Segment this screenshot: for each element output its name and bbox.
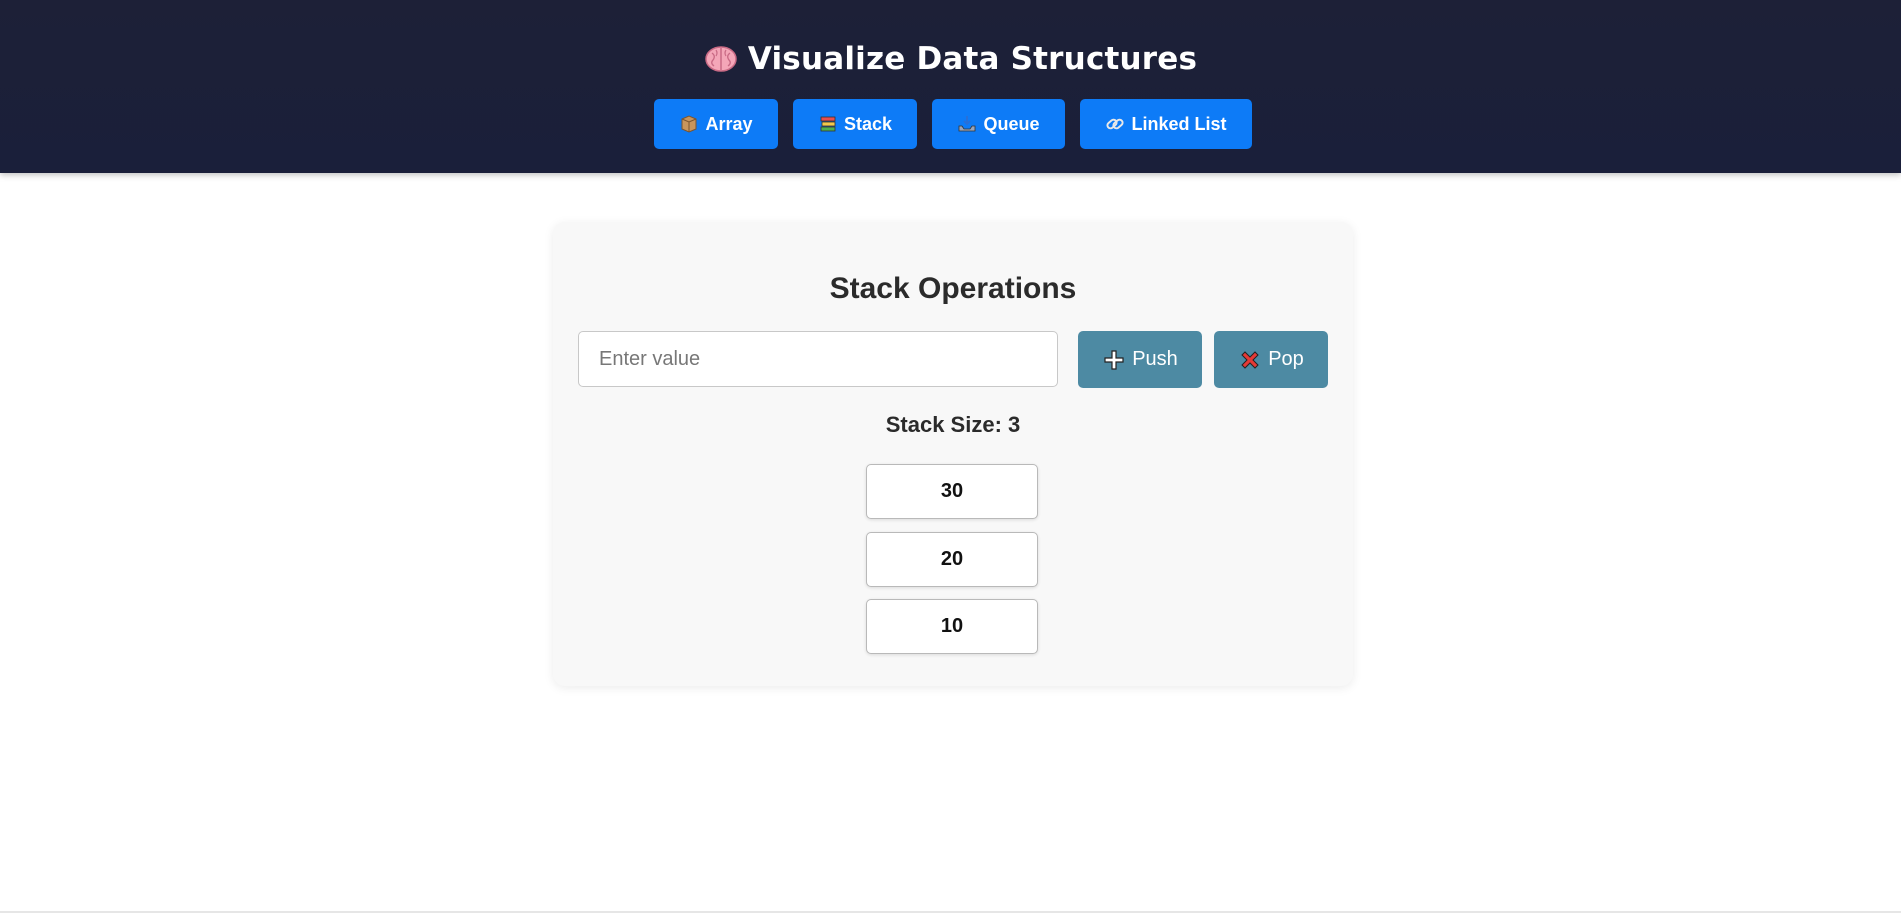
app-title: Visualize Data Structures [0,41,1901,77]
pop-button[interactable]: Pop [1214,331,1328,388]
value-input[interactable] [578,331,1058,387]
link-icon [1105,114,1125,134]
nav-queue-label: Queue [983,113,1040,134]
pop-label: Pop [1268,348,1304,370]
box-icon [679,114,699,134]
card-title: Stack Operations [829,272,1077,305]
books-icon [818,114,838,134]
stack-item: 30 [866,464,1038,519]
stack-operations-card: Stack Operations Push Pop Stack Size: 3 … [553,222,1353,686]
stack-item: 10 [866,599,1038,654]
nav-linked-list-label: Linked List [1131,113,1227,134]
cross-mark-icon [1238,348,1262,372]
nav-linked-list-button[interactable]: Linked List [1080,99,1252,149]
push-label: Push [1132,348,1178,370]
push-button[interactable]: Push [1078,331,1202,388]
nav-bar: Array Stack Queue Linked List [0,99,1901,149]
nav-queue-button[interactable]: Queue [932,99,1065,149]
plus-icon [1102,348,1126,372]
nav-array-button[interactable]: Array [654,99,778,149]
stack-size-text: Stack Size: 3 [885,412,1021,437]
nav-array-label: Array [705,113,753,134]
app-header: Visualize Data Structures Array Stack Qu… [0,0,1901,173]
nav-stack-label: Stack [843,113,893,134]
brain-icon [704,45,738,73]
stack-item: 20 [866,532,1038,587]
app-title-text: Visualize Data Structures [747,41,1198,77]
nav-stack-button[interactable]: Stack [793,99,917,149]
inbox-tray-icon [957,114,977,134]
